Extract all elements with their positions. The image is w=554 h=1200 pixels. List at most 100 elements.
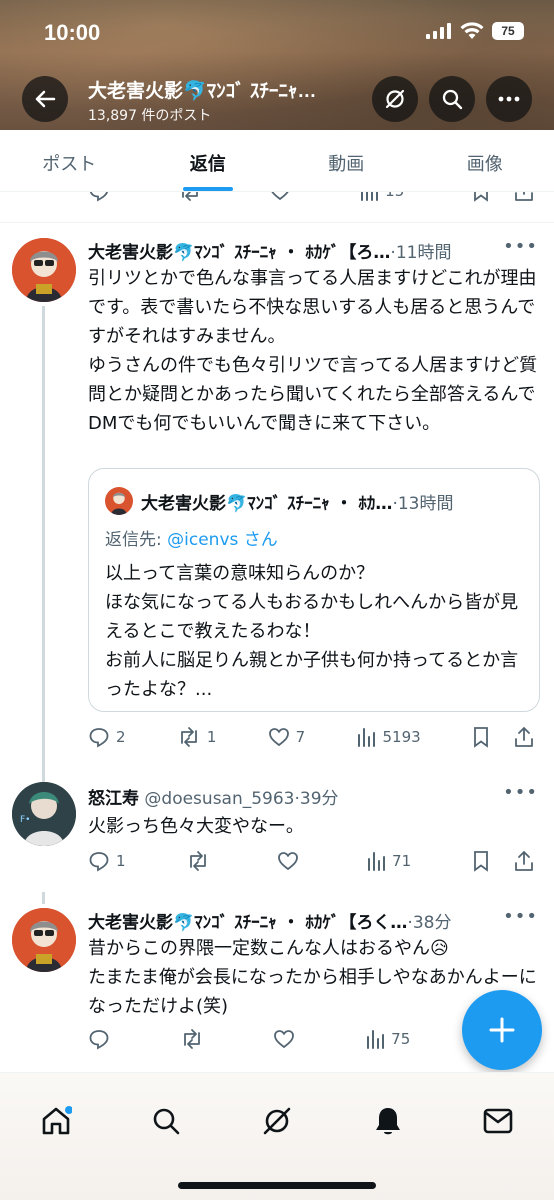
like-button[interactable] [277, 850, 305, 872]
avatar-illustration [12, 238, 76, 302]
header-nav: 大老害火影🐬ﾏﾝｺﾞ ｽﾁｰﾆｬ… 13,897 件のポスト [0, 70, 554, 130]
signal-icon [426, 23, 451, 39]
bookmark-icon[interactable] [472, 192, 490, 202]
like-button[interactable] [273, 1028, 301, 1050]
heart-icon [268, 728, 289, 747]
post-text: 引リツとかで色んな事言ってる人居ますけどこれが理由です。表で書いたら不快な思いす… [88, 268, 538, 434]
bookmark-icon[interactable] [472, 726, 490, 748]
repost-icon [180, 727, 197, 747]
reply-button[interactable] [88, 192, 110, 202]
home-indicator [178, 1182, 376, 1189]
tab-videos[interactable]: 動画 [277, 130, 416, 191]
status-time: 10:00 [44, 20, 101, 45]
author-name[interactable]: 大老害火影🐬ﾏﾝｺﾞ ｽﾁｰﾆｬ ・ ﾎｶｹﾞ【ろ… [88, 243, 390, 263]
compose-button[interactable] [462, 990, 542, 1070]
reply-button[interactable]: 1 [88, 850, 126, 872]
grok-button[interactable] [372, 76, 418, 122]
status-icons: 75 [426, 22, 524, 40]
post-header: 大老害火影🐬ﾏﾝｺﾞ ｽﾁｰﾆｬ ・ ﾎｶｹﾞ【ろ…·11時間 [88, 238, 538, 263]
post-more-button[interactable]: ••• [503, 782, 538, 803]
views-count: 71 [392, 852, 412, 870]
quote-author-name: 大老害火影🐬ﾏﾝｺﾞ ｽﾁｰﾆｬ ・ ﾎｶ… [141, 494, 393, 514]
repost-button[interactable] [178, 192, 202, 202]
nav-notifications[interactable] [368, 1101, 408, 1141]
repost-button[interactable] [186, 850, 216, 872]
post-more-button[interactable]: ••• [503, 236, 538, 257]
reply-post[interactable]: 大老害火影🐬ﾏﾝｺﾞ ｽﾁｰﾆｬ ・ ﾎｶｹﾞ【ろ…·11時間 ••• 引リツと… [0, 222, 554, 826]
author-handle[interactable]: @doesusan_5963 [144, 789, 294, 809]
tab-replies[interactable]: 返信 [139, 130, 278, 191]
reply-post[interactable]: F• 怒江寿 @doesusan_5963·39分 ••• 火影っち色々大変やな… [0, 762, 554, 892]
quote-time: ·13時間 [392, 494, 454, 514]
wifi-icon [460, 22, 484, 39]
post-more-button[interactable]: ••• [503, 906, 538, 927]
repost-icon [183, 1029, 200, 1049]
like-button[interactable] [269, 192, 291, 202]
nav-messages[interactable] [478, 1101, 518, 1141]
reply-count: 2 [116, 728, 126, 746]
bookmark-icon[interactable] [472, 850, 490, 872]
share-icon[interactable] [514, 850, 534, 872]
repost-button[interactable]: 1 [177, 726, 217, 748]
views-button[interactable]: 5193 [356, 727, 421, 747]
views-button[interactable]: 71 [366, 851, 411, 871]
nav-grok[interactable] [257, 1101, 297, 1141]
views-icon [361, 192, 379, 201]
avatar[interactable] [12, 238, 76, 302]
thread-line [42, 306, 45, 826]
repost-count: 1 [206, 728, 217, 746]
tab-posts[interactable]: ポスト [0, 130, 139, 191]
avatar-illustration [12, 908, 76, 972]
more-button[interactable] [486, 76, 532, 122]
reply-count: 1 [116, 852, 126, 870]
post-time[interactable]: ·11時間 [390, 243, 451, 263]
secondary-actions [472, 726, 534, 748]
secondary-actions [472, 192, 534, 202]
share-icon[interactable] [514, 192, 534, 202]
back-button[interactable] [22, 76, 68, 122]
messages-icon [483, 1108, 513, 1134]
post-time[interactable]: ·39分 [295, 789, 339, 809]
action-bar: 2 1 7 5193 [88, 722, 534, 752]
tab-label: 返信 [189, 154, 226, 175]
nav-home[interactable] [36, 1101, 76, 1141]
quote-text: 以上って言葉の意味知らんのか？ ほな気になってる人もおるかもしれへんから皆が見え… [105, 563, 519, 700]
reply-to-line: 返信先: @icenvs さん [105, 525, 278, 550]
status-bar: 10:00 75 [0, 0, 554, 64]
author-name[interactable]: 大老害火影🐬ﾏﾝｺﾞ ｽﾁｰﾆｬ ・ ﾎｶｹﾞ【ろく… [88, 913, 407, 933]
profile-name: 大老害火影🐬ﾏﾝｺﾞ ｽﾁｰﾆｬ… [88, 81, 317, 102]
views-button[interactable]: 75 [365, 1029, 410, 1049]
grok-icon [385, 89, 405, 109]
action-bar: 15 [88, 192, 534, 206]
back-arrow-icon [35, 90, 56, 108]
views-count: 15 [385, 192, 404, 200]
repost-button[interactable] [180, 1028, 210, 1050]
avatar[interactable] [12, 908, 76, 972]
reply-button[interactable]: 2 [88, 726, 126, 748]
search-button[interactable] [429, 76, 475, 122]
action-bar: 1 71 [88, 846, 534, 876]
author-name[interactable]: 怒江寿 [88, 789, 139, 809]
reply-icon [89, 192, 109, 202]
share-icon[interactable] [514, 726, 534, 748]
reply-button[interactable] [88, 1028, 116, 1050]
profile-tabs: ポスト 返信 動画 画像 [0, 130, 554, 192]
reply-to-mention[interactable]: @icenvs [167, 530, 238, 550]
heart-icon [278, 852, 299, 871]
views-button[interactable]: 15 [359, 192, 404, 201]
search-icon [153, 1108, 180, 1135]
svg-text:F•: F• [20, 815, 31, 825]
quote-header: 大老害火影🐬ﾏﾝｺﾞ ｽﾁｰﾆｬ ・ ﾎｶ…·13時間 [141, 489, 527, 514]
tab-label: 画像 [466, 154, 503, 175]
avatar[interactable]: F• [12, 782, 76, 846]
grok-icon [263, 1107, 291, 1135]
quoted-post[interactable]: 大老害火影🐬ﾏﾝｺﾞ ｽﾁｰﾆｬ ・ ﾎｶ…·13時間 返信先: @icenvs… [88, 468, 540, 712]
post-header: 怒江寿 @doesusan_5963·39分 [88, 784, 538, 809]
tab-label: ポスト [42, 154, 97, 175]
more-icon [498, 96, 520, 102]
nav-search[interactable] [146, 1101, 186, 1141]
like-button[interactable]: 7 [268, 726, 305, 748]
post-time[interactable]: ·38分 [407, 913, 451, 933]
post-text: 火影っち色々大変やなー。 [88, 816, 304, 837]
tab-images[interactable]: 画像 [416, 130, 554, 191]
